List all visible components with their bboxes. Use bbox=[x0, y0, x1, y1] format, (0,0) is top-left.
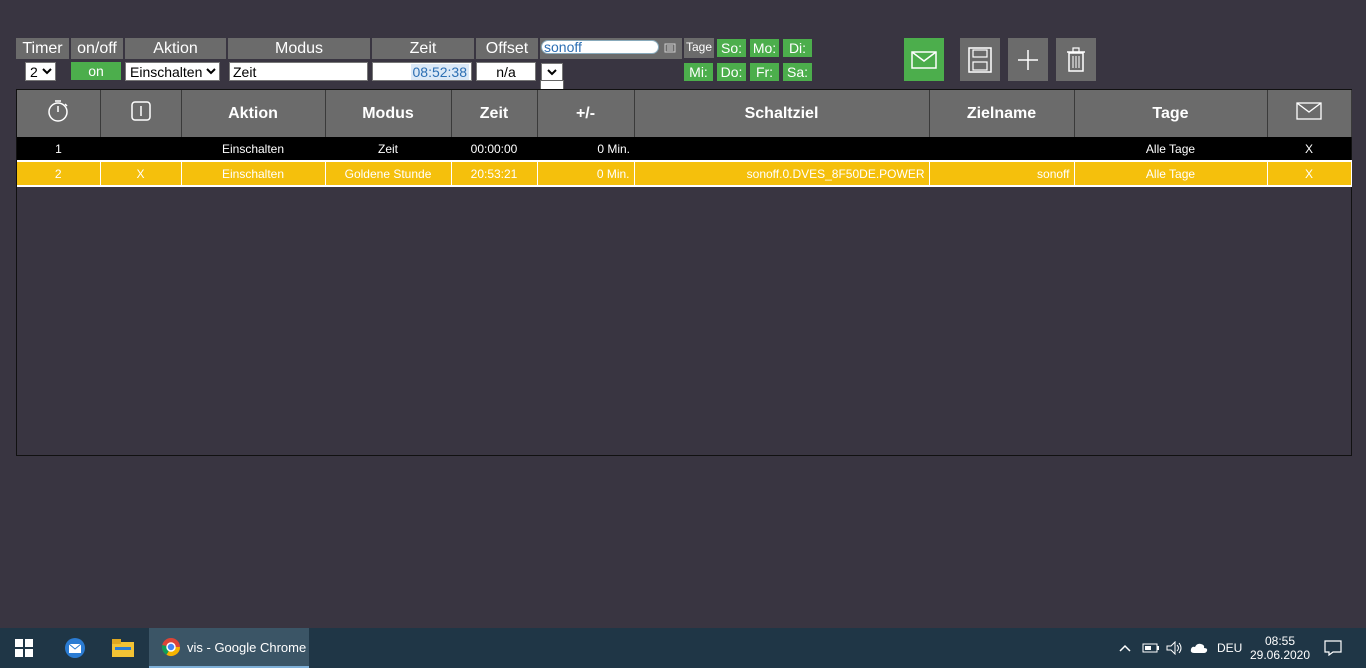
filter-icon[interactable] bbox=[664, 42, 676, 54]
timer-table: Aktion Modus Zeit +/- Schaltziel Zielnam… bbox=[16, 89, 1352, 456]
taskbar: vis - Google Chrome DEU 08:55 29.06.2020 bbox=[0, 628, 1366, 668]
col-tage: Tage bbox=[1074, 90, 1268, 137]
offset-field[interactable]: n/a bbox=[476, 62, 536, 81]
timer-select[interactable]: 2 bbox=[25, 62, 56, 81]
zeit-header: Zeit bbox=[372, 38, 474, 59]
cell-modus: Goldene Stunde bbox=[325, 160, 452, 187]
cell-tage: Alle Tage bbox=[1074, 160, 1268, 187]
trash-icon bbox=[1067, 46, 1085, 72]
notification-button[interactable] bbox=[1324, 628, 1342, 668]
cell-tage: Alle Tage bbox=[1074, 137, 1267, 161]
power-toggle-icon bbox=[130, 101, 151, 121]
onoff-toggle[interactable]: on bbox=[71, 62, 121, 80]
onoff-header: on/off bbox=[71, 38, 123, 59]
cell-offset: 0 Min. bbox=[537, 137, 634, 161]
cell-aktion: Einschalten bbox=[181, 160, 326, 187]
notification-icon bbox=[1324, 640, 1342, 656]
cell-onoff bbox=[100, 137, 181, 161]
timer-header: Timer bbox=[16, 38, 69, 59]
tray-battery[interactable] bbox=[1142, 628, 1160, 668]
cell-mail: X bbox=[1267, 160, 1352, 187]
battery-icon bbox=[1142, 643, 1159, 653]
cell-zielname: sonoff bbox=[929, 160, 1075, 187]
cell-timer: 2 bbox=[17, 160, 101, 187]
aktion-select[interactable]: Einschalten bbox=[125, 62, 220, 81]
cell-schaltziel: sonoff.0.DVES_8F50DE.POWER bbox=[634, 160, 930, 187]
table-row[interactable]: 1 Einschalten Zeit 00:00:00 0 Min. Alle … bbox=[17, 137, 1351, 161]
zeit-value: 08:52:38 bbox=[410, 64, 469, 80]
modus-field[interactable]: Zeit bbox=[229, 62, 368, 81]
day-di[interactable]: Di: bbox=[783, 39, 812, 57]
cell-aktion: Einschalten bbox=[181, 137, 325, 161]
tray-language[interactable]: DEU bbox=[1217, 628, 1242, 668]
table-row-selected[interactable]: 2 X Einschalten Goldene Stunde 20:53:21 … bbox=[17, 160, 1352, 187]
taskbar-mail-app[interactable] bbox=[52, 628, 98, 668]
delete-button[interactable] bbox=[1056, 38, 1096, 81]
cell-modus: Zeit bbox=[325, 137, 451, 161]
modus-header: Modus bbox=[228, 38, 370, 59]
cell-offset: 0 Min. bbox=[537, 160, 635, 187]
clock-time: 08:55 bbox=[1264, 634, 1296, 648]
chevron-up-icon bbox=[1119, 644, 1131, 652]
col-mail bbox=[1267, 90, 1352, 137]
tray-volume[interactable] bbox=[1166, 628, 1184, 668]
envelope-icon bbox=[911, 50, 937, 69]
col-onoff bbox=[100, 90, 182, 137]
search-input[interactable]: sonoff bbox=[541, 40, 659, 54]
chrome-icon bbox=[161, 638, 180, 657]
day-so[interactable]: So: bbox=[717, 39, 746, 57]
cell-onoff: X bbox=[100, 160, 182, 187]
folder-icon bbox=[112, 639, 134, 657]
tray-chevron[interactable] bbox=[1118, 628, 1132, 668]
day-fr[interactable]: Fr: bbox=[750, 63, 779, 81]
cloud-icon bbox=[1190, 643, 1208, 653]
cell-mail: X bbox=[1267, 137, 1351, 161]
windows-icon bbox=[15, 639, 33, 657]
save-button[interactable] bbox=[960, 38, 1000, 81]
day-sa[interactable]: Sa: bbox=[783, 63, 812, 81]
envelope-icon bbox=[1296, 102, 1322, 120]
offset-header: Offset bbox=[476, 38, 538, 59]
col-zeit: Zeit bbox=[451, 90, 538, 137]
start-button[interactable] bbox=[0, 628, 48, 668]
target-select[interactable] bbox=[541, 63, 563, 81]
aktion-header: Aktion bbox=[125, 38, 226, 59]
tray-onedrive[interactable] bbox=[1190, 628, 1208, 668]
tray-clock[interactable]: 08:55 29.06.2020 bbox=[1249, 628, 1311, 668]
add-button[interactable] bbox=[1008, 38, 1048, 81]
col-schaltziel: Schaltziel bbox=[634, 90, 930, 137]
chrome-tab-label: vis - Google Chrome bbox=[187, 639, 307, 655]
cell-zielname bbox=[929, 137, 1074, 161]
zeit-field[interactable]: 08:52:38 bbox=[372, 62, 472, 81]
cell-zeit: 20:53:21 bbox=[451, 160, 538, 187]
tage-label: Tage bbox=[684, 38, 714, 58]
col-aktion: Aktion bbox=[181, 90, 326, 137]
day-do[interactable]: Do: bbox=[717, 63, 746, 81]
stopwatch-icon bbox=[48, 100, 68, 122]
floppy-icon bbox=[968, 46, 992, 73]
col-zielname: Zielname bbox=[929, 90, 1075, 137]
taskbar-chrome[interactable]: vis - Google Chrome bbox=[149, 628, 309, 668]
clock-date: 29.06.2020 bbox=[1249, 648, 1311, 662]
volume-icon bbox=[1166, 641, 1182, 655]
col-modus: Modus bbox=[325, 90, 452, 137]
col-timer bbox=[17, 90, 101, 137]
day-mi[interactable]: Mi: bbox=[684, 63, 713, 81]
cell-timer: 1 bbox=[17, 137, 100, 161]
plus-icon bbox=[1018, 49, 1038, 70]
cell-schaltziel bbox=[634, 137, 929, 161]
cell-zeit: 00:00:00 bbox=[451, 137, 537, 161]
chevron-down-icon bbox=[547, 69, 557, 76]
day-mo[interactable]: Mo: bbox=[750, 39, 779, 57]
mail-app-icon bbox=[65, 638, 85, 658]
mail-button[interactable] bbox=[904, 38, 944, 81]
col-offset: +/- bbox=[537, 90, 635, 137]
taskbar-explorer[interactable] bbox=[100, 628, 146, 668]
